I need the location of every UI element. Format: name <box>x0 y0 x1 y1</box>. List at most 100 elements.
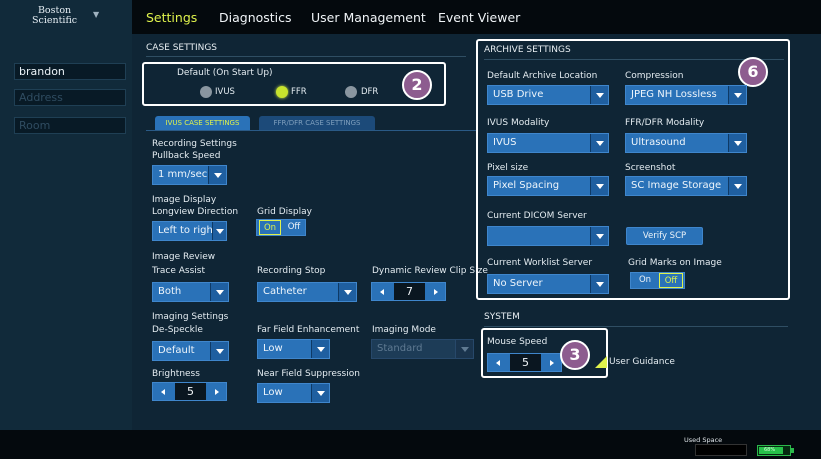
verify-scp-button[interactable]: Verify SCP <box>626 227 703 245</box>
chevron-down-icon <box>590 86 608 104</box>
grid-off-option[interactable]: Off <box>283 220 305 235</box>
recording-stop-dropdown[interactable]: Catheter <box>257 282 357 302</box>
callout-badge-2: 2 <box>402 70 432 100</box>
longview-direction-dropdown[interactable]: Left to right <box>152 221 227 241</box>
settings-screen: Boston Scientific ▼ Settings Diagnostics… <box>0 0 821 459</box>
tab-diagnostics[interactable]: Diagnostics <box>219 10 292 25</box>
ivus-modality-label: IVUS Modality <box>487 118 550 128</box>
chevron-down-icon <box>590 227 608 245</box>
chevron-down-icon <box>728 134 746 152</box>
grid-marks-on-option[interactable]: On <box>633 273 657 288</box>
divider <box>484 326 788 327</box>
dynamic-review-value: 7 <box>394 283 425 300</box>
increment-arrow-icon[interactable] <box>544 354 560 371</box>
current-worklist-server-dropdown[interactable]: No Server <box>487 274 609 294</box>
ffr-dfr-modality-dropdown[interactable]: Ultrasound <box>625 133 747 153</box>
mouse-speed-stepper[interactable]: 5 <box>487 353 562 372</box>
room-field[interactable]: Room <box>14 117 126 134</box>
far-field-value: Low <box>263 343 283 354</box>
mouse-speed-value: 5 <box>510 354 541 371</box>
default-archive-location-value: USB Drive <box>493 89 544 100</box>
archive-settings-title: ARCHIVE SETTINGS <box>484 45 571 55</box>
default-archive-location-dropdown[interactable]: USB Drive <box>487 85 609 105</box>
grid-marks-off-option[interactable]: Off <box>659 273 683 288</box>
pullback-speed-dropdown[interactable]: 1 mm/sec <box>152 165 227 185</box>
dynamic-review-label: Dynamic Review Clip Size <box>372 266 488 276</box>
pixel-size-label: Pixel size <box>487 163 529 173</box>
near-field-dropdown[interactable]: Low <box>257 383 330 403</box>
imaging-settings-heading: Imaging Settings <box>152 312 229 322</box>
address-field[interactable]: Address <box>14 89 126 106</box>
battery-text: 68% <box>764 447 776 453</box>
tab-ffr-dfr-case-settings[interactable]: FFR/DFR CASE SETTINGS <box>259 116 375 130</box>
chevron-down-icon <box>212 222 226 240</box>
trace-assist-dropdown[interactable]: Both <box>152 282 229 302</box>
imaging-mode-label: Imaging Mode <box>372 325 436 335</box>
chevron-down-icon[interactable]: ▼ <box>93 10 99 19</box>
screenshot-label: Screenshot <box>625 163 676 173</box>
ivus-modality-dropdown[interactable]: IVUS <box>487 133 609 153</box>
imaging-mode-dropdown: Standard <box>371 339 474 359</box>
trace-assist-label: Trace Assist <box>152 266 205 276</box>
chevron-down-icon <box>210 283 228 301</box>
despeckle-dropdown[interactable]: Default <box>152 341 229 361</box>
far-field-dropdown[interactable]: Low <box>257 339 330 359</box>
compression-value: JPEG NH Lossless <box>631 89 717 100</box>
increment-arrow-icon[interactable] <box>209 383 225 400</box>
chevron-down-icon <box>728 177 746 195</box>
chevron-down-icon <box>728 86 746 104</box>
decrement-arrow-icon[interactable] <box>374 283 390 300</box>
chevron-down-icon <box>590 275 608 293</box>
dynamic-review-stepper[interactable]: 7 <box>371 282 446 301</box>
near-field-label: Near Field Suppression <box>257 369 360 379</box>
default-mode-label: Default (On Start Up) <box>177 68 273 78</box>
compression-dropdown[interactable]: JPEG NH Lossless <box>625 85 747 105</box>
tab-ivus-case-settings[interactable]: IVUS CASE SETTINGS <box>155 116 250 130</box>
tab-event-viewer[interactable]: Event Viewer <box>438 10 520 25</box>
tab-settings[interactable]: Settings <box>146 10 197 25</box>
grid-marks-toggle[interactable]: On Off <box>630 272 685 289</box>
pixel-size-dropdown[interactable]: Pixel Spacing <box>487 176 609 196</box>
radio-ffr[interactable] <box>276 86 288 98</box>
user-guidance-checkbox-icon[interactable] <box>595 356 607 368</box>
decrement-arrow-icon[interactable] <box>490 354 506 371</box>
trace-assist-value: Both <box>158 286 182 297</box>
user-guidance-label: User Guidance <box>609 357 675 367</box>
system-title: SYSTEM <box>484 312 520 322</box>
radio-ivus-label: IVUS <box>215 87 235 97</box>
current-worklist-server-value: No Server <box>493 278 543 289</box>
longview-direction-value: Left to right <box>158 225 217 236</box>
ffr-dfr-modality-label: FFR/DFR Modality <box>625 118 705 128</box>
chevron-down-icon <box>210 342 228 360</box>
despeckle-label: De-Speckle <box>152 325 203 335</box>
recording-stop-value: Catheter <box>263 286 307 297</box>
current-dicom-server-dropdown[interactable] <box>487 226 609 246</box>
mouse-speed-label: Mouse Speed <box>487 337 548 347</box>
chevron-down-icon <box>338 283 356 301</box>
tab-underline <box>146 130 476 131</box>
brightness-label: Brightness <box>152 369 200 379</box>
logo-line-2: Scientific <box>32 15 78 26</box>
radio-dfr-label: DFR <box>361 87 379 97</box>
far-field-label: Far Field Enhancement <box>257 325 360 335</box>
image-display-heading: Image Display <box>152 195 217 205</box>
user-field[interactable]: brandon <box>14 63 126 80</box>
brightness-stepper[interactable]: 5 <box>152 382 227 401</box>
increment-arrow-icon[interactable] <box>428 283 444 300</box>
tab-user-management[interactable]: User Management <box>311 10 426 25</box>
grid-on-option[interactable]: On <box>259 220 281 235</box>
decrement-arrow-icon[interactable] <box>155 383 171 400</box>
pullback-speed-value: 1 mm/sec <box>158 169 208 180</box>
pullback-speed-label: Pullback Speed <box>152 151 221 161</box>
screenshot-dropdown[interactable]: SC Image Storage <box>625 176 747 196</box>
ivus-modality-value: IVUS <box>493 137 517 148</box>
recording-stop-label: Recording Stop <box>257 266 326 276</box>
ffr-dfr-modality-value: Ultrasound <box>631 137 686 148</box>
grid-display-toggle[interactable]: On Off <box>256 219 306 236</box>
case-settings-title: CASE SETTINGS <box>146 43 218 53</box>
divider <box>146 56 466 57</box>
radio-ivus[interactable] <box>200 86 212 98</box>
screenshot-value: SC Image Storage <box>631 180 722 191</box>
logo-area[interactable]: Boston Scientific ▼ <box>0 0 132 34</box>
radio-dfr[interactable] <box>345 86 357 98</box>
